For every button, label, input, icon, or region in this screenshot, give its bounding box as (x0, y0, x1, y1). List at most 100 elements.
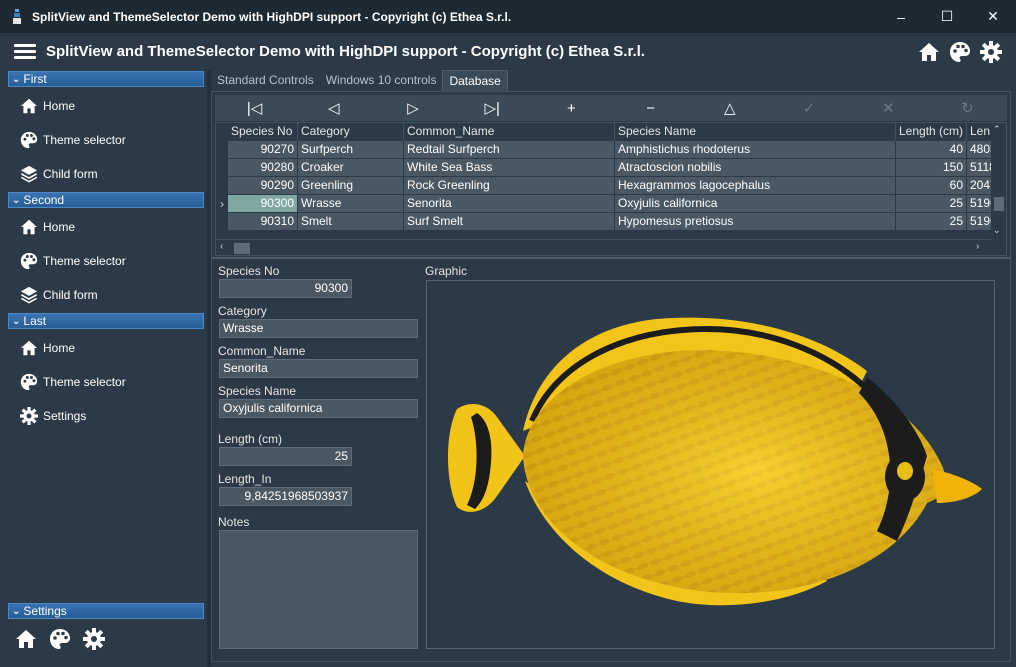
sidebar-item-home[interactable]: Home (18, 212, 75, 242)
cell-len[interactable]: 5196 (967, 195, 992, 213)
sidebar-item-child-form[interactable]: Child form (18, 159, 98, 189)
cell-species-no[interactable]: 90280 (228, 159, 298, 177)
section-header-last[interactable]: ⌄ Last (8, 313, 204, 329)
sidebar-item-child-form[interactable]: Child form (18, 280, 98, 310)
column-header-len[interactable]: Len (967, 123, 992, 141)
column-header-species-name[interactable]: Species Name (615, 123, 896, 141)
hamburger-menu-icon[interactable] (14, 41, 36, 62)
sidebar-item-theme-selector[interactable]: Theme selector (18, 367, 126, 397)
cell-species-name[interactable]: Atractoscion nobilis (615, 159, 896, 177)
species-grid[interactable]: Species No Category Common_Name Species … (215, 122, 1007, 256)
section-header-settings[interactable]: ⌄ Settings (8, 603, 204, 619)
scroll-up-icon[interactable]: ⌃ (993, 124, 1001, 135)
notes-memo[interactable] (219, 530, 418, 649)
layers-icon (18, 163, 40, 185)
cell-len[interactable]: 5196 (967, 213, 992, 231)
cell-category[interactable]: Surfperch (298, 141, 404, 159)
minimize-button[interactable]: – (878, 0, 924, 33)
cell-len[interactable]: 2047 (967, 177, 992, 195)
scroll-down-icon[interactable]: ⌄ (993, 225, 1001, 236)
cell-species-name[interactable]: Hypomesus pretiosus (615, 213, 896, 231)
cell-species-no[interactable]: 90270 (228, 141, 298, 159)
cell-len[interactable]: 4803 (967, 141, 992, 159)
close-button[interactable]: ✕ (970, 0, 1016, 33)
scroll-right-icon[interactable]: › (976, 241, 979, 252)
scroll-left-icon[interactable]: ‹ (220, 241, 223, 252)
cell-category[interactable]: Smelt (298, 213, 404, 231)
scroll-thumb[interactable] (994, 197, 1004, 211)
tab-windows-10-controls[interactable]: Windows 10 controls (320, 70, 443, 91)
cell-len[interactable]: 5118 (967, 159, 992, 177)
cell-common-name[interactable]: Rock Greenling (404, 177, 615, 195)
nav-cancel-button[interactable]: ✕ (849, 95, 928, 121)
cell-category[interactable]: Croaker (298, 159, 404, 177)
species-no-field[interactable]: 90300 (219, 279, 352, 298)
grid-horizontal-scrollbar[interactable]: ‹ › (216, 239, 991, 255)
gear-icon[interactable] (976, 37, 1006, 67)
sidebar-item-theme-selector[interactable]: Theme selector (18, 246, 126, 276)
cell-category[interactable]: Greenling (298, 177, 404, 195)
sidebar-item-home[interactable]: Home (18, 91, 75, 121)
home-icon[interactable] (914, 37, 944, 67)
nav-delete-button[interactable]: − (611, 95, 690, 121)
nav-post-button[interactable]: ✓ (769, 95, 848, 121)
chevron-down-icon: ⌄ (12, 315, 21, 327)
cell-length-cm[interactable]: 25 (896, 195, 967, 213)
cell-length-cm[interactable]: 150 (896, 159, 967, 177)
sidebar-item-home[interactable]: Home (18, 333, 75, 363)
column-header-category[interactable]: Category (298, 123, 404, 141)
cell-common-name[interactable]: Redtail Surfperch (404, 141, 615, 159)
nav-prior-button[interactable]: ◁ (294, 95, 373, 121)
cell-common-name[interactable]: Senorita (404, 195, 615, 213)
cell-common-name[interactable]: Surf Smelt (404, 213, 615, 231)
nav-last-button[interactable]: ▷| (453, 95, 532, 121)
section-header-second[interactable]: ⌄ Second (8, 192, 204, 208)
table-row-selected[interactable]: › 90300 Wrasse Senorita Oxyjulis califor… (216, 195, 992, 213)
scroll-thumb[interactable] (234, 243, 250, 254)
cell-length-cm[interactable]: 60 (896, 177, 967, 195)
length-in-field[interactable]: 9,84251968503937 (219, 487, 352, 506)
tab-standard-controls[interactable]: Standard Controls (211, 70, 320, 91)
column-header-species-no[interactable]: Species No (228, 123, 298, 141)
table-row[interactable]: 90290 Greenling Rock Greenling Hexagramm… (216, 177, 992, 195)
tab-database[interactable]: Database (442, 70, 508, 91)
tab-strip: Standard Controls Windows 10 controls Da… (211, 70, 508, 91)
cell-species-no[interactable]: 90300 (228, 195, 298, 213)
table-row[interactable]: 90310 Smelt Surf Smelt Hypomesus pretios… (216, 213, 992, 231)
table-row[interactable]: 90270 Surfperch Redtail Surfperch Amphis… (216, 141, 992, 159)
cell-species-no[interactable]: 90310 (228, 213, 298, 231)
cell-species-name[interactable]: Amphistichus rhodoterus (615, 141, 896, 159)
cell-species-name[interactable]: Oxyjulis californica (615, 195, 896, 213)
cell-category[interactable]: Wrasse (298, 195, 404, 213)
category-field[interactable]: Wrasse (219, 319, 418, 338)
species-name-field[interactable]: Oxyjulis californica (219, 399, 418, 418)
gear-icon[interactable] (82, 627, 106, 651)
cell-length-cm[interactable]: 25 (896, 213, 967, 231)
nav-insert-button[interactable]: + (532, 95, 611, 121)
nav-first-button[interactable]: |◁ (215, 95, 294, 121)
cell-common-name[interactable]: White Sea Bass (404, 159, 615, 177)
cell-species-name[interactable]: Hexagrammos lagocephalus (615, 177, 896, 195)
cell-length-cm[interactable]: 40 (896, 141, 967, 159)
nav-refresh-button[interactable]: ↻ (928, 95, 1007, 121)
panel-splitter[interactable] (212, 257, 1010, 259)
sidebar-item-settings[interactable]: Settings (18, 401, 86, 431)
status-bar (211, 662, 1016, 667)
palette-icon[interactable] (945, 37, 975, 67)
cell-species-no[interactable]: 90290 (228, 177, 298, 195)
fish-picture (448, 317, 982, 606)
window-title: SplitView and ThemeSelector Demo with Hi… (32, 9, 512, 24)
grid-vertical-scrollbar[interactable]: ⌃ ⌄ (991, 123, 1006, 239)
nav-next-button[interactable]: ▷ (373, 95, 452, 121)
home-icon[interactable] (14, 627, 38, 651)
common-name-field[interactable]: Senorita (219, 359, 418, 378)
section-header-first[interactable]: ⌄ First (8, 71, 204, 87)
maximize-button[interactable]: ☐ (924, 0, 970, 33)
palette-icon[interactable] (48, 627, 72, 651)
nav-edit-button[interactable]: △ (690, 95, 769, 121)
table-row[interactable]: 90280 Croaker White Sea Bass Atractoscio… (216, 159, 992, 177)
column-header-common-name[interactable]: Common_Name (404, 123, 615, 141)
sidebar-item-theme-selector[interactable]: Theme selector (18, 125, 126, 155)
length-field[interactable]: 25 (219, 447, 352, 466)
column-header-length-cm[interactable]: Length (cm) (896, 123, 967, 141)
